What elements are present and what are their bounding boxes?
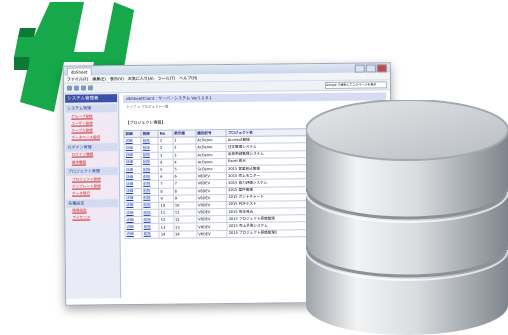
sidebar-link[interactable]: データベース接続 — [67, 134, 116, 142]
sidebar: システム管理者 システム管理 グループ登録 ユーザー登録 テーブル登録 データベース接続… — [64, 93, 122, 299]
mail-icon[interactable] — [87, 85, 94, 91]
sidebar-group: ログイン管理 ログイン履歴 操作履歴 — [65, 142, 118, 166]
sidebar-group: プロジェクト管理 プロジェクト登録 テンプレート登録 データ移行 — [65, 167, 118, 198]
menu-item[interactable]: ツール(T) — [158, 75, 176, 81]
database-icon — [306, 100, 508, 335]
sidebar-link[interactable]: ログイン履歴 — [67, 151, 116, 159]
browser-tab[interactable]: dbSheet — [66, 66, 92, 76]
menu-item[interactable]: ファイル(F) — [67, 76, 88, 82]
table-cell: 2015 プロジェクト原価管理2 — [227, 229, 315, 238]
table-cell: 14 — [173, 230, 197, 238]
sidebar-link[interactable]: テンプレート登録 — [67, 183, 117, 191]
sidebar-link[interactable]: プロジェクト登録 — [67, 176, 116, 183]
window-controls — [354, 63, 387, 73]
sidebar-link[interactable]: グループ登録 — [67, 113, 116, 120]
table-cell: 14 — [159, 230, 174, 239]
home-icon[interactable] — [73, 85, 80, 91]
sidebar-title: システム管理者 — [65, 94, 118, 103]
sidebar-link[interactable]: ライセンス — [68, 215, 117, 222]
menu-item[interactable]: お気に入り(A) — [128, 75, 154, 81]
sidebar-group-label: 各種設定 — [66, 198, 119, 208]
maximize-icon[interactable] — [365, 63, 376, 73]
sidebar-group-label: ログイン管理 — [65, 142, 118, 152]
minimize-icon[interactable] — [354, 64, 365, 73]
search-input[interactable]: Google で検索してこのページを表示 — [324, 81, 388, 89]
sidebar-link[interactable]: 操作履歴 — [67, 159, 116, 166]
sidebar-group: 各種設定 環境設定 ライセンス — [66, 198, 119, 222]
sidebar-link[interactable]: 環境設定 — [68, 207, 117, 215]
sidebar-group-label: システム管理 — [65, 104, 118, 113]
menu-item[interactable]: 編集(E) — [92, 76, 106, 82]
detail-link[interactable]: 詳細 — [124, 231, 143, 239]
sidebar-link[interactable]: ユーザー登録 — [67, 120, 116, 128]
table-cell: V8DEV — [196, 230, 228, 238]
print-icon[interactable] — [80, 85, 87, 91]
menu-item[interactable]: ヘルプ(H) — [179, 75, 197, 81]
sidebar-link[interactable]: データ移行 — [68, 190, 117, 198]
sidebar-group-label: プロジェクト管理 — [65, 167, 118, 176]
section-title: 【プロジェクト情報】 — [125, 119, 166, 126]
sidebar-group: システム管理 グループ登録 ユーザー登録 テーブル登録 データベース接続 — [65, 104, 118, 142]
delete-link[interactable]: 削除 — [142, 230, 160, 239]
menu-item[interactable]: 表示(V) — [110, 76, 124, 82]
back-icon[interactable] — [66, 85, 73, 91]
sidebar-link[interactable]: テーブル登録 — [67, 127, 116, 135]
close-icon[interactable] — [376, 63, 387, 72]
